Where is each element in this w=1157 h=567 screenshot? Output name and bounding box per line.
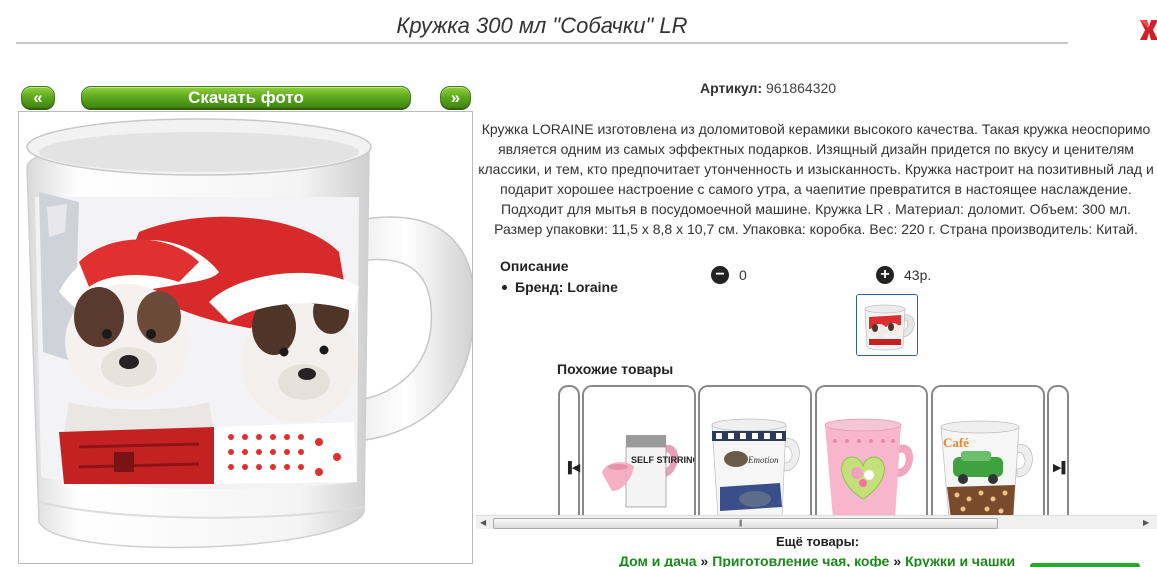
similar-item[interactable] — [815, 385, 928, 528]
specs-list: Описание Бренд: Loraine — [500, 258, 618, 295]
quantity-control: − 0 — [711, 266, 747, 284]
cafe-mug-image: Café — [933, 387, 1043, 528]
article-number: Артикул: 961864320 — [700, 80, 836, 96]
horizontal-scrollbar[interactable]: ◀ ||| ▶ — [476, 515, 1157, 529]
scroll-left-arrow-icon[interactable]: ◀ — [480, 518, 486, 527]
breadcrumb-tea-coffee[interactable]: Приготовление чая, кофе — [712, 553, 889, 567]
plus-circle-icon[interactable]: + — [876, 266, 894, 284]
similar-item-label: Café — [943, 435, 969, 450]
similar-products-heading: Похожие товары — [557, 361, 674, 377]
breadcrumb-mugs[interactable]: Кружки и чашки — [905, 553, 1015, 567]
grip-icon: ||| — [739, 520, 743, 527]
price-value: 43р. — [904, 267, 932, 283]
similar-item-label: SELF STIRRING MUG — [631, 455, 694, 465]
specs-heading: Описание — [500, 258, 569, 274]
similar-item[interactable]: SELF STIRRING MUG — [582, 385, 696, 528]
breadcrumb: Дом и дача» Приготовление чая, кофе» Кружк… — [619, 553, 1015, 567]
breadcrumb-separator: » — [893, 553, 902, 567]
carousel-next-button[interactable]: ▶▌ — [1047, 385, 1069, 528]
brand-label: Бренд: Loraine — [515, 279, 618, 295]
close-icon[interactable] — [1138, 16, 1157, 44]
more-products-label: Ещё товары: — [776, 534, 860, 549]
similar-item[interactable]: Café — [931, 385, 1045, 528]
bullet-icon — [502, 284, 507, 290]
scrollbar-thumb[interactable]: ||| — [493, 518, 998, 529]
product-description: Кружка LORAINE изготовлена из доломитово… — [478, 121, 1154, 237]
similar-products-carousel: ▐◀ SELF STIRRING MUG Emotion — [476, 383, 1157, 528]
product-photo[interactable] — [18, 111, 473, 564]
mug-thumbnail-image — [857, 295, 917, 355]
scroll-right-icon: ▶▌ — [1053, 462, 1070, 474]
similar-item-label: Emotion — [747, 455, 779, 465]
heart-mug-image — [817, 387, 926, 528]
page-title: Кружка 300 мл "Собачки" LR — [16, 10, 1068, 44]
scroll-right-arrow-icon[interactable]: ▶ — [1143, 518, 1149, 527]
green-bar — [1030, 563, 1140, 567]
carousel-prev-button[interactable]: ▐◀ — [558, 385, 580, 528]
similar-item[interactable]: Emotion — [698, 385, 812, 528]
product-thumbnail[interactable] — [856, 294, 918, 356]
article-label: Артикул: — [700, 80, 763, 96]
mug-dogs-image — [19, 112, 472, 563]
breadcrumb-home-garden[interactable]: Дом и дача — [619, 553, 697, 567]
previous-photo-button[interactable]: « — [21, 86, 55, 108]
emotion-mug-image: Emotion — [700, 387, 810, 528]
scroll-left-icon: ▐◀ — [564, 462, 581, 474]
article-value: 961864320 — [766, 80, 837, 96]
download-photo-button[interactable]: Скачать фото — [81, 86, 411, 108]
self-stirring-mug-image: SELF STIRRING MUG — [584, 387, 694, 528]
minus-circle-icon[interactable]: − — [711, 266, 729, 284]
quantity-value: 0 — [739, 267, 747, 283]
add-to-cart: + 43р. — [876, 266, 931, 284]
brand-item: Бренд: Loraine — [500, 279, 618, 295]
next-photo-button[interactable]: » — [440, 86, 471, 108]
breadcrumb-separator: » — [700, 553, 709, 567]
